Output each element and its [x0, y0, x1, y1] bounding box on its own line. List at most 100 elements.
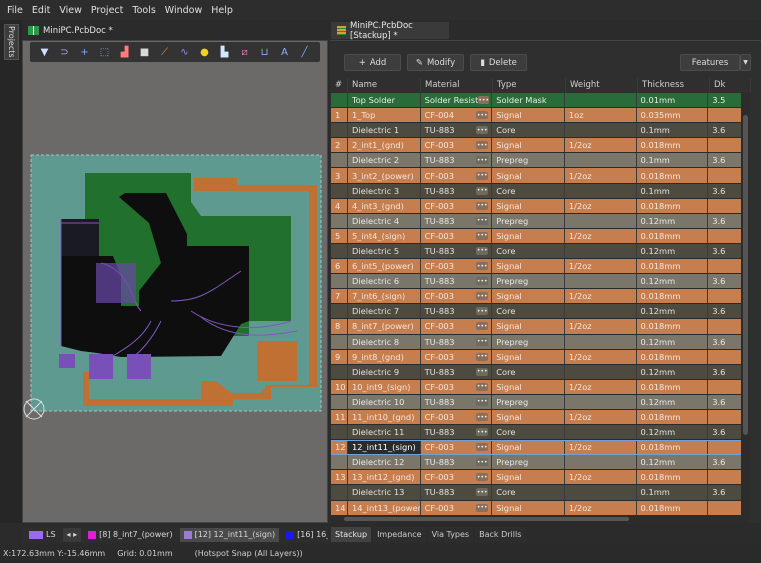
cell-name[interactable]: Dielectric 13	[348, 485, 421, 500]
cell-type[interactable]: Prepreg	[492, 153, 565, 168]
cell-thickness[interactable]: 0.018mm	[637, 409, 709, 425]
tab-stackup[interactable]: MiniPC.PcbDoc [Stackup] *	[331, 21, 449, 41]
menu-view[interactable]: View	[59, 5, 82, 16]
cell-name[interactable]: 6_int5_(power)	[348, 259, 421, 274]
features-button[interactable]: Features	[680, 54, 740, 71]
cell-weight[interactable]	[565, 153, 637, 168]
cell-thickness[interactable]: 0.12mm	[637, 394, 709, 409]
material-browse-button[interactable]: •••	[476, 382, 489, 391]
cell-material[interactable]: TU-883 •••	[421, 334, 493, 349]
cell-type[interactable]: Prepreg	[492, 334, 565, 349]
material-browse-button[interactable]: •••	[476, 126, 489, 135]
cell-type[interactable]: Core	[492, 425, 565, 440]
cell-type[interactable]: Prepreg	[492, 394, 565, 409]
cell-weight[interactable]	[565, 455, 637, 470]
cell-material[interactable]: TU-883 •••	[421, 304, 493, 319]
cell-thickness[interactable]: 0.1mm	[637, 123, 709, 138]
cell-material[interactable]: TU-883 •••	[421, 485, 493, 500]
cell-weight[interactable]	[565, 364, 637, 379]
cell-thickness[interactable]: 0.12mm	[637, 425, 709, 440]
cell-num[interactable]: 9	[331, 349, 348, 364]
cell-type[interactable]: Signal	[492, 440, 565, 455]
stackup-row[interactable]: Dielectric 6 TU-883 ••• Prepreg 0.12mm 3.6	[331, 274, 749, 290]
layer-scroll-buttons[interactable]: ◂ ▸	[62, 527, 82, 542]
add-button[interactable]: + Add	[344, 54, 401, 71]
cell-name[interactable]: Dielectric 1	[348, 123, 421, 138]
cell-thickness[interactable]: 0.12mm	[637, 334, 709, 349]
material-browse-button[interactable]: •••	[476, 337, 489, 346]
cell-weight[interactable]	[565, 183, 637, 198]
stackup-row[interactable]: Dielectric 11 TU-883 ••• Core 0.12mm 3.6	[331, 425, 749, 441]
cell-weight[interactable]: 1/2oz	[565, 138, 637, 153]
material-browse-button[interactable]: •••	[476, 156, 489, 165]
cell-type[interactable]: Core	[492, 485, 565, 500]
menu-file[interactable]: File	[7, 5, 23, 16]
material-browse-button[interactable]: •••	[476, 292, 489, 301]
material-browse-button[interactable]: •••	[476, 171, 489, 180]
cell-num[interactable]: 7	[331, 289, 348, 304]
cell-num[interactable]: 8	[331, 319, 348, 334]
material-browse-button[interactable]: •••	[476, 367, 489, 376]
column-header-number[interactable]: #	[331, 78, 348, 92]
layer-tab[interactable]: [16] 16_Bot	[282, 528, 328, 542]
cell-num[interactable]	[331, 213, 348, 228]
cell-name[interactable]: 9_int8_(gnd)	[348, 349, 421, 364]
polygon-tool-button[interactable]: ▙	[216, 44, 233, 60]
cell-name[interactable]: 1_Top	[348, 108, 421, 123]
menu-tools[interactable]: Tools	[132, 5, 155, 16]
cell-name[interactable]: 3_int2_(power)	[348, 168, 421, 183]
cell-material[interactable]: CF-003 •••	[421, 379, 493, 394]
cell-num[interactable]: 2	[331, 138, 348, 153]
layer-tab[interactable]: [12] 12_int11_(sign)	[179, 527, 280, 542]
stackup-row[interactable]: 13 13_int12_(gnd) CF-003 ••• Signal 1/2oz 0.01…	[331, 470, 749, 486]
stackup-row[interactable]: Dielectric 2 TU-883 ••• Prepreg 0.1mm 3.6	[331, 153, 749, 169]
cell-material[interactable]: CF-003 •••	[421, 409, 493, 425]
text-tool-button[interactable]: A	[276, 44, 293, 60]
cell-thickness[interactable]: 0.12mm	[637, 213, 709, 228]
interactive-route-tool-button[interactable]: ⟋	[156, 44, 173, 60]
features-dropdown[interactable]: ▼	[740, 54, 751, 71]
cell-num[interactable]: 14	[331, 500, 348, 515]
cell-material[interactable]: CF-003 •••	[421, 440, 493, 455]
cell-weight[interactable]: 1oz	[565, 108, 637, 123]
stackup-row[interactable]: 14 14_int13_(power) CF-003 ••• Signal 1/2oz 0.…	[331, 500, 749, 516]
cell-name[interactable]: Dielectric 6	[348, 274, 421, 289]
cell-material[interactable]: CF-003 •••	[421, 228, 493, 243]
cell-weight[interactable]: 1/2oz	[565, 259, 637, 274]
cell-name[interactable]: Dielectric 11	[348, 425, 421, 440]
cell-num[interactable]	[331, 334, 348, 349]
cell-type[interactable]: Prepreg	[492, 213, 565, 228]
material-browse-button[interactable]: •••	[476, 458, 489, 467]
cell-name[interactable]: Dielectric 12	[348, 455, 421, 470]
menu-help[interactable]: Help	[211, 5, 233, 16]
cell-type[interactable]: Prepreg	[492, 274, 565, 289]
cell-weight[interactable]: 1/2oz	[565, 470, 637, 485]
cell-name[interactable]: 12_int11_(sign)	[347, 440, 421, 455]
cell-weight[interactable]: 1/2oz	[565, 168, 637, 183]
cell-num[interactable]: 3	[331, 168, 348, 183]
projects-panel-tab[interactable]: Projects	[4, 24, 19, 60]
cell-material[interactable]: TU-883 •••	[421, 123, 493, 138]
cell-name[interactable]: 7_int6_(sign)	[348, 289, 421, 304]
cell-weight[interactable]: 1/2oz	[565, 440, 637, 455]
cell-weight[interactable]: 1/2oz	[565, 319, 637, 334]
select-rect-tool-button[interactable]: ⬚	[96, 44, 113, 60]
material-browse-button[interactable]: •••	[476, 141, 489, 150]
material-browse-button[interactable]: •••	[476, 201, 489, 210]
cell-name[interactable]: 5_int4_(sign)	[348, 228, 421, 243]
cell-name[interactable]: Dielectric 9	[348, 364, 421, 379]
region-tool-button[interactable]: ⧄	[236, 44, 253, 60]
cell-type[interactable]: Signal	[492, 138, 565, 153]
stackup-row[interactable]: 3 3_int2_(power) CF-003 ••• Signal 1/2oz 0.018…	[331, 168, 749, 184]
material-browse-button[interactable]: •••	[476, 503, 489, 512]
cell-material[interactable]: CF-004 •••	[421, 108, 493, 123]
layer-set-button[interactable]: LS	[25, 528, 60, 542]
cell-material[interactable]: CF-003 •••	[421, 168, 493, 183]
cell-thickness[interactable]: 0.12mm	[637, 243, 709, 259]
cell-weight[interactable]	[565, 394, 637, 409]
tab-back-drills[interactable]: Back Drills	[475, 527, 526, 542]
cell-thickness[interactable]: 0.018mm	[637, 319, 709, 334]
stackup-row[interactable]: Dielectric 5 TU-883 ••• Core 0.12mm 3.6	[331, 243, 749, 260]
material-browse-button[interactable]: •••	[476, 277, 489, 286]
stackup-row[interactable]: 2 2_int1_(gnd) CF-003 ••• Signal 1/2oz 0.018mm	[331, 138, 749, 154]
